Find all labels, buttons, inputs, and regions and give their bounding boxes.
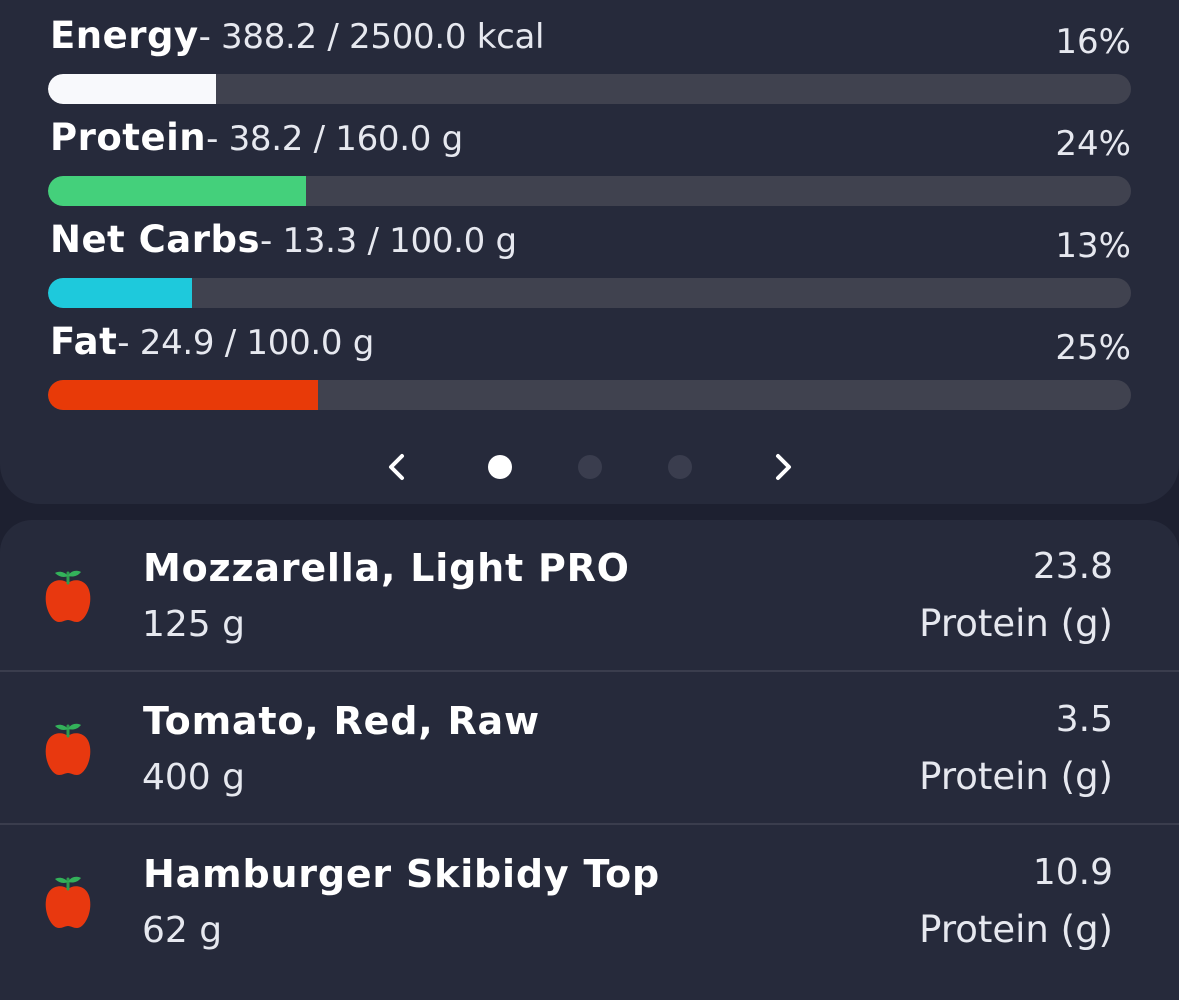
food-nutrient-unit: Protein (g) — [919, 602, 1113, 645]
nutrient-summary-card: Energy - 388.2 / 2500.0 kcal 16% Protein… — [0, 0, 1179, 504]
nutrient-amount: - 13.3 / 100.0 g — [260, 221, 517, 261]
nutrient-label: Protein - 38.2 / 160.0 g — [50, 116, 463, 172]
food-name: Mozzarella, Light PRO — [143, 546, 630, 590]
nutrient-row-protein: Protein - 38.2 / 160.0 g 24% — [48, 116, 1131, 218]
list-item[interactable]: Hamburger Skibidy Top 62 g 10.9 Protein … — [0, 826, 1179, 978]
progress-track — [48, 176, 1131, 206]
food-amount: 125 g — [142, 604, 246, 645]
list-item[interactable]: Tomato, Red, Raw 400 g 3.5 Protein (g) — [0, 673, 1179, 825]
apple-icon — [45, 723, 91, 775]
nutrient-label: Net Carbs - 13.3 / 100.0 g — [50, 218, 517, 274]
progress-fill — [48, 278, 193, 308]
nutrient-name: Protein — [50, 116, 207, 159]
food-amount: 400 g — [142, 757, 246, 798]
progress-track — [48, 380, 1131, 410]
nutrient-amount: - 38.2 / 160.0 g — [206, 119, 463, 159]
chevron-right-icon[interactable] — [766, 450, 800, 484]
food-list: Mozzarella, Light PRO 125 g 23.8 Protein… — [0, 520, 1179, 1000]
nutrient-amount: - 388.2 / 2500.0 kcal — [198, 17, 545, 57]
nutrient-name: Energy — [50, 14, 199, 57]
apple-icon — [45, 876, 91, 928]
food-nutrient-value: 23.8 — [1032, 546, 1113, 587]
nutrient-row-energy: Energy - 388.2 / 2500.0 kcal 16% — [48, 14, 1131, 116]
progress-fill — [48, 176, 306, 206]
nutrient-percent: 16% — [1055, 22, 1131, 62]
progress-track — [48, 278, 1131, 308]
food-nutrient-unit: Protein (g) — [919, 908, 1113, 951]
nutrient-amount: - 24.9 / 100.0 g — [117, 323, 375, 363]
progress-fill — [48, 380, 318, 410]
page-dot-3[interactable] — [668, 455, 692, 479]
progress-track — [48, 74, 1131, 104]
nutrient-label: Fat - 24.9 / 100.0 g — [50, 320, 374, 376]
chevron-left-icon[interactable] — [380, 450, 414, 484]
list-item[interactable]: Mozzarella, Light PRO 125 g 23.8 Protein… — [0, 520, 1179, 672]
apple-icon — [45, 570, 91, 622]
nutrient-row-fat: Fat - 24.9 / 100.0 g 25% — [48, 320, 1131, 422]
food-amount: 62 g — [142, 910, 223, 951]
food-nutrient-unit: Protein (g) — [919, 755, 1113, 798]
nutrient-row-net-carbs: Net Carbs - 13.3 / 100.0 g 13% — [48, 218, 1131, 320]
food-name: Tomato, Red, Raw — [143, 699, 540, 743]
food-name: Hamburger Skibidy Top — [143, 852, 661, 896]
nutrient-label: Energy - 388.2 / 2500.0 kcal — [50, 14, 544, 70]
food-nutrient-value: 10.9 — [1032, 852, 1113, 893]
food-nutrient-value: 3.5 — [1055, 699, 1113, 740]
nutrient-name: Net Carbs — [50, 218, 261, 261]
page-indicator — [0, 444, 1179, 490]
page-dot-1[interactable] — [488, 455, 512, 479]
nutrient-percent: 25% — [1055, 328, 1131, 368]
progress-fill — [48, 74, 216, 104]
nutrient-percent: 24% — [1055, 124, 1131, 164]
page-dot-2[interactable] — [578, 455, 602, 479]
nutrient-name: Fat — [50, 320, 118, 363]
nutrient-percent: 13% — [1055, 226, 1131, 266]
